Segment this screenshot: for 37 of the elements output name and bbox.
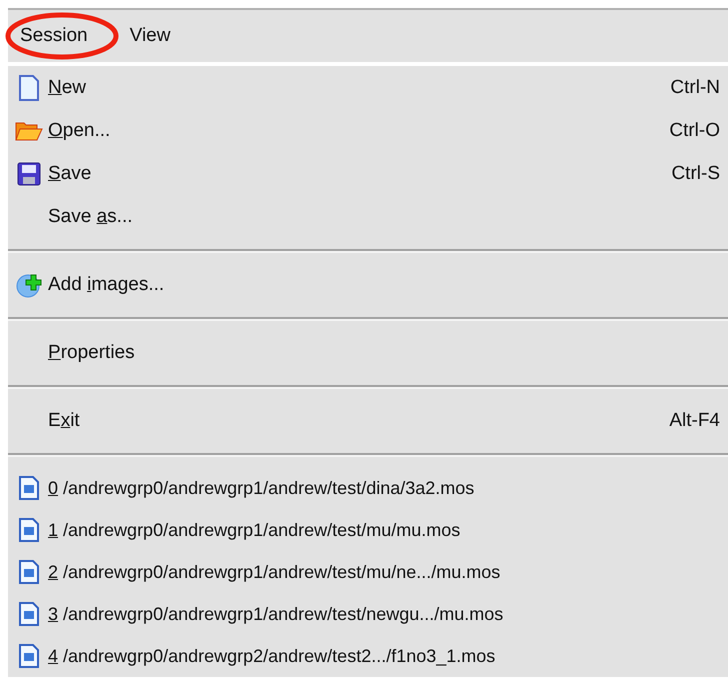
file-icon bbox=[18, 602, 40, 626]
menu-item[interactable]: Add images... bbox=[8, 263, 728, 306]
item-label: Properties bbox=[48, 342, 135, 364]
shortcut-label: Ctrl-O bbox=[669, 120, 720, 142]
shortcut-label: Ctrl-S bbox=[671, 162, 720, 184]
document-icon bbox=[18, 74, 40, 100]
item-label: 0 /andrewgrp0/andrewgrp1/andrew/test/dina/3a2.mos bbox=[48, 478, 474, 498]
menu-title[interactable]: View bbox=[130, 25, 170, 46]
item-label: Exit bbox=[48, 410, 80, 432]
menu-item[interactable]: Open... Ctrl-O bbox=[8, 109, 728, 152]
shortcut-label: Ctrl-N bbox=[670, 76, 720, 98]
item-label: Save as... bbox=[48, 206, 133, 228]
folder-icon bbox=[15, 120, 43, 142]
menu-item[interactable]: Save Ctrl-S bbox=[8, 152, 728, 195]
item-label: Save bbox=[48, 162, 92, 184]
file-icon bbox=[18, 476, 40, 500]
menu-item[interactable]: New Ctrl-N bbox=[8, 66, 728, 109]
item-label: 3 /andrewgrp0/andrewgrp1/andrew/test/newgu.../mu.mos bbox=[48, 604, 504, 624]
file-icon bbox=[18, 644, 40, 668]
menu-item[interactable]: Exit Alt-F4 bbox=[8, 399, 728, 442]
menu-item[interactable]: 2 /andrewgrp0/andrewgrp1/andrew/test/mu/ne.../mu.mos bbox=[8, 551, 728, 593]
item-label: Open... bbox=[48, 120, 110, 142]
item-label: Add images... bbox=[48, 274, 164, 296]
item-label: 1 /andrewgrp0/andrewgrp1/andrew/test/mu/mu.mos bbox=[48, 520, 460, 540]
file-icon bbox=[18, 560, 40, 584]
menu-item[interactable]: Save as... bbox=[8, 195, 728, 238]
shortcut-label: Alt-F4 bbox=[669, 410, 720, 432]
item-label: New bbox=[48, 76, 86, 98]
menu-item[interactable]: 3 /andrewgrp0/andrewgrp1/andrew/test/newgu.../mu.mos bbox=[8, 593, 728, 635]
add-images-icon bbox=[14, 272, 44, 298]
menu-item[interactable]: 1 /andrewgrp0/andrewgrp1/andrew/test/mu/mu.mos bbox=[8, 509, 728, 551]
menu-item[interactable]: Properties bbox=[8, 331, 728, 374]
item-label: 2 /andrewgrp0/andrewgrp1/andrew/test/mu/ne.../mu.mos bbox=[48, 562, 500, 582]
menu-item[interactable]: 0 /andrewgrp0/andrewgrp1/andrew/test/dina/3a2.mos bbox=[8, 467, 728, 509]
menu-item[interactable]: 4 /andrewgrp0/andrewgrp2/andrew/test2.../f1no3_1.mos bbox=[8, 635, 728, 677]
file-icon bbox=[18, 518, 40, 542]
item-label: 4 /andrewgrp0/andrewgrp2/andrew/test2.../f1no3_1.mos bbox=[48, 646, 496, 666]
